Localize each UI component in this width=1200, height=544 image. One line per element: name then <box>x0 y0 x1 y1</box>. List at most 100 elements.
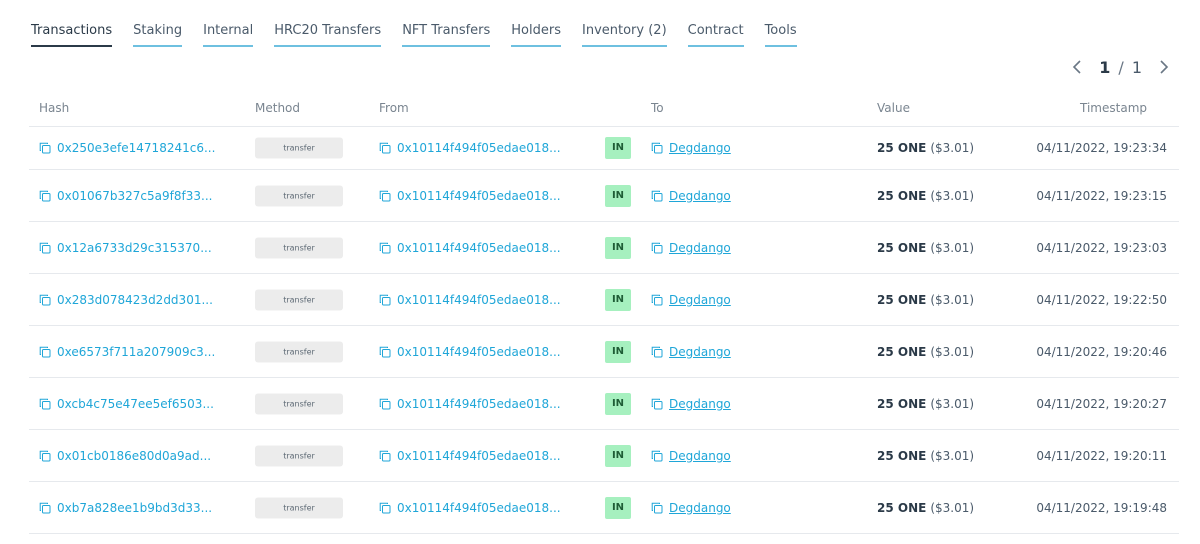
to-link[interactable]: Degdango <box>651 344 731 360</box>
copy-icon[interactable] <box>379 188 397 204</box>
from-link[interactable]: 0x10114f494f05edae018... <box>379 292 561 308</box>
from-text[interactable]: 0x10114f494f05edae018... <box>397 449 561 463</box>
to-link[interactable]: Degdango <box>651 292 731 308</box>
timestamp: 04/11/2022, 19:19:48 <box>1036 500 1167 515</box>
direction-cell: IN <box>605 137 631 159</box>
hash-link[interactable]: 0x283d078423d2dd301... <box>39 292 213 308</box>
to-text[interactable]: Degdango <box>669 449 731 463</box>
hash-link[interactable]: 0x12a6733d29c315370... <box>39 240 212 256</box>
copy-icon[interactable] <box>651 240 669 256</box>
copy-icon[interactable] <box>379 140 397 156</box>
table-row: 0x01067b327c5a9f8f33... transfer 0x10114f4… <box>29 170 1179 222</box>
tab-hrc20-transfers[interactable]: HRC20 Transfers <box>274 22 381 47</box>
from-text[interactable]: 0x10114f494f05edae018... <box>397 501 561 515</box>
copy-icon[interactable] <box>39 344 57 360</box>
chevron-right-icon[interactable] <box>1154 57 1174 77</box>
from-text[interactable]: 0x10114f494f05edae018... <box>397 189 561 203</box>
direction-cell: IN <box>605 184 631 207</box>
tab-internal[interactable]: Internal <box>203 22 254 47</box>
from-link[interactable]: 0x10114f494f05edae018... <box>379 344 561 360</box>
to-text[interactable]: Degdango <box>669 501 731 515</box>
tab-transactions[interactable]: Transactions <box>31 22 113 47</box>
tab-nft-transfers[interactable]: NFT Transfers <box>402 22 491 47</box>
hash-text[interactable]: 0x250e3efe14718241c6... <box>57 141 215 155</box>
hash-text[interactable]: 0xcb4c75e47ee5ef6503... <box>57 397 214 411</box>
copy-icon[interactable] <box>379 240 397 256</box>
to-text[interactable]: Degdango <box>669 293 731 307</box>
copy-icon[interactable] <box>651 292 669 308</box>
header-hash: Hash <box>39 101 70 115</box>
table-row: 0x01cb0186e80d0a9ad... transfer 0x10114f49… <box>29 430 1179 482</box>
copy-icon[interactable] <box>379 396 397 412</box>
to-text[interactable]: Degdango <box>669 189 731 203</box>
to-link[interactable]: Degdango <box>651 500 731 516</box>
method-badge: transfer <box>255 393 343 414</box>
hash-link[interactable]: 0x01067b327c5a9f8f33... <box>39 188 212 204</box>
hash-link[interactable]: 0xcb4c75e47ee5ef6503... <box>39 396 214 412</box>
from-text[interactable]: 0x10114f494f05edae018... <box>397 241 561 255</box>
copy-icon[interactable] <box>651 188 669 204</box>
from-text[interactable]: 0x10114f494f05edae018... <box>397 397 561 411</box>
copy-icon[interactable] <box>379 344 397 360</box>
copy-icon[interactable] <box>39 448 57 464</box>
copy-icon[interactable] <box>39 140 57 156</box>
to-text[interactable]: Degdango <box>669 397 731 411</box>
direction-badge: IN <box>605 137 631 159</box>
hash-text[interactable]: 0x283d078423d2dd301... <box>57 293 213 307</box>
hash-text[interactable]: 0x01067b327c5a9f8f33... <box>57 189 212 203</box>
copy-icon[interactable] <box>39 396 57 412</box>
method-cell: transfer <box>255 185 343 206</box>
to-link[interactable]: Degdango <box>651 140 731 156</box>
hash-text[interactable]: 0x01cb0186e80d0a9ad... <box>57 449 211 463</box>
copy-icon[interactable] <box>379 292 397 308</box>
hash-text[interactable]: 0x12a6733d29c315370... <box>57 241 212 255</box>
from-link[interactable]: 0x10114f494f05edae018... <box>379 448 561 464</box>
to-text[interactable]: Degdango <box>669 345 731 359</box>
header-to: To <box>651 101 664 115</box>
method-badge: transfer <box>255 185 343 206</box>
to-link[interactable]: Degdango <box>651 240 731 256</box>
method-cell: transfer <box>255 237 343 258</box>
from-link[interactable]: 0x10114f494f05edae018... <box>379 140 561 156</box>
tab-holders[interactable]: Holders <box>511 22 561 47</box>
from-link[interactable]: 0x10114f494f05edae018... <box>379 240 561 256</box>
transactions-table: Hash Method From To Value Timestamp 0x25… <box>29 90 1179 534</box>
hash-link[interactable]: 0xe6573f711a207909c3... <box>39 344 215 360</box>
chevron-left-icon[interactable] <box>1067 57 1087 77</box>
from-link[interactable]: 0x10114f494f05edae018... <box>379 500 561 516</box>
copy-icon[interactable] <box>651 396 669 412</box>
to-text[interactable]: Degdango <box>669 241 731 255</box>
timestamp: 04/11/2022, 19:20:27 <box>1036 396 1167 411</box>
copy-icon[interactable] <box>39 500 57 516</box>
to-link[interactable]: Degdango <box>651 396 731 412</box>
from-text[interactable]: 0x10114f494f05edae018... <box>397 293 561 307</box>
hash-text[interactable]: 0xb7a828ee1b9bd3d33... <box>57 501 212 515</box>
copy-icon[interactable] <box>379 500 397 516</box>
copy-icon[interactable] <box>651 344 669 360</box>
to-text[interactable]: Degdango <box>669 141 731 155</box>
tab-staking[interactable]: Staking <box>133 22 182 47</box>
from-link[interactable]: 0x10114f494f05edae018... <box>379 396 561 412</box>
hash-link[interactable]: 0x01cb0186e80d0a9ad... <box>39 448 211 464</box>
from-text[interactable]: 0x10114f494f05edae018... <box>397 141 561 155</box>
copy-icon[interactable] <box>39 240 57 256</box>
to-link[interactable]: Degdango <box>651 188 731 204</box>
copy-icon[interactable] <box>651 140 669 156</box>
hash-text[interactable]: 0xe6573f711a207909c3... <box>57 345 215 359</box>
from-link[interactable]: 0x10114f494f05edae018... <box>379 188 561 204</box>
tab-contract[interactable]: Contract <box>687 22 744 47</box>
copy-icon[interactable] <box>39 292 57 308</box>
value-cell: 25 ONE ($3.01) <box>877 500 974 516</box>
tab-inventory-2[interactable]: Inventory (2) <box>582 22 667 47</box>
hash-link[interactable]: 0x250e3efe14718241c6... <box>39 140 215 156</box>
copy-icon[interactable] <box>379 448 397 464</box>
from-text[interactable]: 0x10114f494f05edae018... <box>397 345 561 359</box>
copy-icon[interactable] <box>39 188 57 204</box>
table-row: 0xe6573f711a207909c3... transfer 0x10114f4… <box>29 326 1179 378</box>
to-link[interactable]: Degdango <box>651 448 731 464</box>
tab-tools[interactable]: Tools <box>764 22 797 47</box>
direction-cell: IN <box>605 392 631 415</box>
copy-icon[interactable] <box>651 448 669 464</box>
copy-icon[interactable] <box>651 500 669 516</box>
hash-link[interactable]: 0xb7a828ee1b9bd3d33... <box>39 500 212 516</box>
